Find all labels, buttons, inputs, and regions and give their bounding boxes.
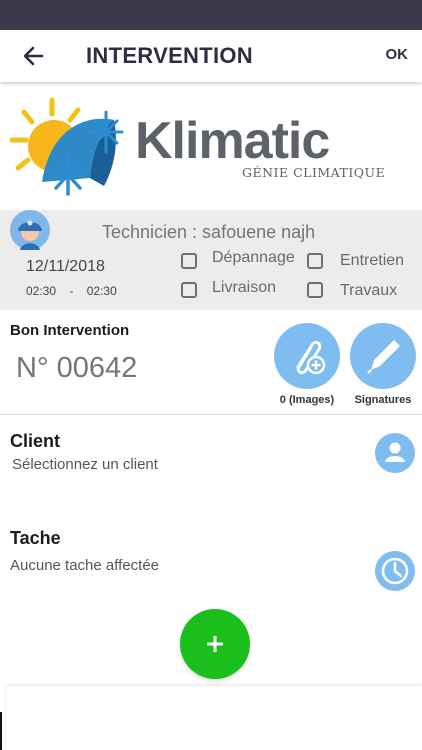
attach-image-icon: [296, 340, 326, 375]
select-client-button[interactable]: [375, 433, 415, 473]
plus-icon: [207, 636, 223, 652]
back-arrow-icon[interactable]: [20, 42, 48, 70]
technician-avatar-icon: [10, 210, 50, 250]
brand-tagline: GÉNIE CLIMATIQUE: [242, 165, 386, 180]
intervention-time-range[interactable]: 02:30 - 02:30: [26, 284, 117, 298]
checkbox-livraison[interactable]: [181, 282, 197, 298]
bottom-panel: [6, 686, 422, 750]
checkbox-label-depannage: Dépannage: [212, 249, 295, 266]
end-time: 02:30: [86, 284, 117, 298]
sun-snowflake-logo-icon: [9, 97, 124, 196]
checkbox-travaux[interactable]: [307, 282, 323, 298]
checkbox-entretien[interactable]: [307, 253, 323, 269]
status-bar: [0, 0, 422, 30]
checkbox-label-travaux: Travaux: [340, 282, 398, 299]
signatures-label: Signatures: [354, 394, 412, 406]
clock-icon: [381, 557, 409, 585]
app-bar: INTERVENTION OK: [0, 30, 422, 82]
add-fab-button[interactable]: [180, 609, 250, 679]
bon-intervention-title: Bon Intervention: [10, 322, 130, 339]
time-separator: -: [69, 284, 74, 298]
signatures-button[interactable]: [350, 323, 416, 389]
page-title: INTERVENTION: [86, 43, 253, 68]
ok-button[interactable]: OK: [386, 46, 409, 63]
checkbox-depannage[interactable]: [181, 253, 197, 269]
start-time: 02:30: [26, 284, 57, 298]
technician-name: Technicien : safouene najh: [102, 222, 316, 242]
checkbox-label-livraison: Livraison: [212, 279, 277, 296]
intervention-date[interactable]: 12/11/2018: [26, 258, 105, 276]
screen-edge: [0, 712, 2, 750]
user-icon: [385, 442, 405, 462]
tache-placeholder: Aucune tache affectée: [10, 557, 160, 574]
pen-icon: [367, 340, 400, 374]
client-title: Client: [10, 431, 61, 451]
attach-images-button[interactable]: [274, 323, 340, 389]
bon-number: N° 00642: [16, 352, 138, 384]
section-divider: [0, 414, 422, 415]
select-tache-button[interactable]: [375, 551, 415, 591]
client-placeholder[interactable]: Sélectionnez un client: [12, 456, 158, 473]
tache-title: Tache: [10, 528, 61, 548]
brand-name: Klimatic: [135, 112, 330, 170]
images-count-label: 0 (Images): [279, 394, 335, 406]
checkbox-label-entretien: Entretien: [340, 252, 405, 269]
